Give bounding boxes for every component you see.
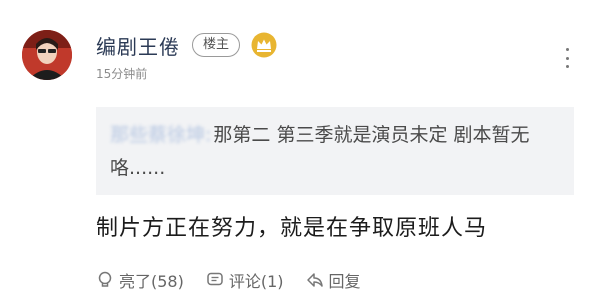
comment-post: 编剧王倦 楼主 15分钟前 那些蔡徐坤: 那第二 第三季就是演员未定 剧本暂无咯.… — [0, 0, 600, 290]
reply-label: 回复 — [328, 272, 361, 290]
quoted-username: 那些蔡徐坤: — [110, 124, 212, 146]
action-bar: 亮了(58) 评论(1) 回复 — [96, 268, 383, 290]
watermark-overlay — [430, 262, 600, 290]
like-button[interactable]: 亮了(58) — [96, 268, 184, 290]
reply-button[interactable]: 回复 — [306, 268, 361, 290]
post-time: 15分钟前 — [96, 67, 148, 81]
comment-icon — [207, 272, 223, 286]
comment-label: 评论(1) — [228, 272, 284, 290]
author-row: 编剧王倦 楼主 — [96, 30, 278, 60]
avatar[interactable] — [22, 30, 72, 80]
reply-icon — [306, 273, 323, 287]
crown-icon — [251, 32, 277, 58]
comment-button[interactable]: 评论(1) — [206, 268, 284, 290]
like-label: 亮了(58) — [119, 272, 184, 290]
lightbulb-icon — [98, 271, 112, 287]
more-vertical-icon[interactable] — [564, 48, 570, 68]
op-badge: 楼主 — [192, 33, 241, 57]
reply-text: 制片方正在努力，就是在争取原班人马 — [96, 216, 488, 241]
quoted-comment[interactable]: 那些蔡徐坤: 那第二 第三季就是演员未定 剧本暂无咯...... — [96, 107, 574, 195]
avatar-image — [22, 30, 72, 80]
author-name[interactable]: 编剧王倦 — [96, 31, 180, 60]
